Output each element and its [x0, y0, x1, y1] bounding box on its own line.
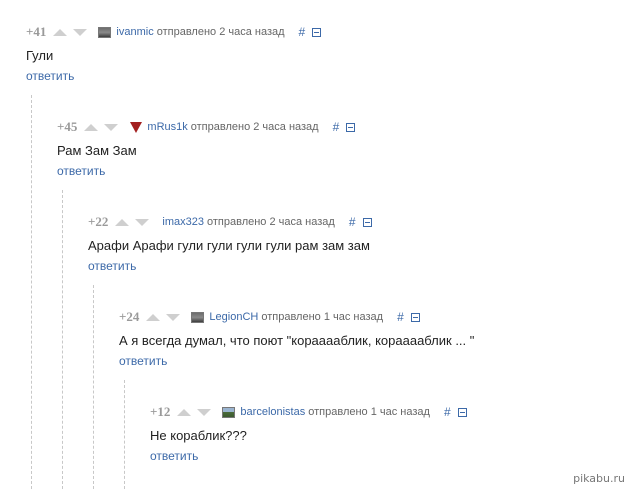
reply-link[interactable]: ответить [26, 69, 74, 83]
reply-link[interactable]: ответить [119, 354, 167, 368]
downvote-arrow-icon[interactable] [73, 28, 88, 36]
downvote-arrow-icon[interactable] [166, 313, 181, 321]
thread-line-1 [31, 95, 32, 489]
thread-line-3 [93, 285, 94, 489]
timestamp: отправлено 2 часа назад [190, 121, 319, 133]
timestamp: отправлено 2 часа назад [207, 216, 335, 228]
upvote-arrow-icon[interactable] [177, 408, 192, 416]
collapse-icon[interactable] [346, 122, 356, 132]
permalink-hash[interactable]: # [333, 120, 340, 134]
reply-link[interactable]: ответить [150, 449, 198, 463]
comment-header: +41 ivanmic отправлено 2 часа назад # [26, 22, 322, 42]
comment-text: Арафи Арафи гули гули гули гули рам зам … [88, 238, 370, 253]
site-watermark: pikabu.ru [573, 472, 625, 485]
upvote-arrow-icon[interactable] [146, 313, 161, 321]
avatar[interactable] [191, 311, 205, 323]
thread-line-2 [62, 190, 63, 489]
downvote-arrow-icon[interactable] [104, 123, 119, 131]
rating: +24 [119, 309, 140, 324]
timestamp: отправлено 1 час назад [261, 311, 384, 323]
rating: +22 [88, 214, 109, 229]
comment: +41 ivanmic отправлено 2 часа назад # Гу… [26, 22, 322, 85]
comment-header: +45 mRus1k отправлено 2 часа назад # [57, 117, 356, 137]
timestamp: отправлено 2 часа назад [156, 26, 285, 38]
comment-text: Не кораблик??? [150, 428, 247, 443]
author-link[interactable]: imax323 [162, 216, 204, 228]
comment: +22 imax323 отправлено 2 часа назад # Ар… [88, 212, 372, 275]
thread-line-4 [124, 380, 125, 489]
upvote-arrow-icon[interactable] [84, 123, 99, 131]
comment: +24 LegionCH отправлено 1 час назад # А … [119, 307, 474, 370]
permalink-hash[interactable]: # [299, 25, 306, 39]
author-link[interactable]: LegionCH [209, 311, 258, 323]
timestamp: отправлено 1 час назад [308, 406, 430, 418]
permalink-hash[interactable]: # [397, 310, 404, 324]
rating: +41 [26, 24, 47, 39]
comment-header: +22 imax323 отправлено 2 часа назад # [88, 212, 372, 232]
comment: +45 mRus1k отправлено 2 часа назад # Рам… [57, 117, 356, 180]
downvote-arrow-icon[interactable] [197, 408, 212, 416]
collapse-icon[interactable] [362, 217, 372, 227]
collapse-icon[interactable] [457, 407, 467, 417]
author-link[interactable]: barcelonistas [240, 406, 305, 418]
comment-text: Рам Зам Зам [57, 143, 137, 158]
avatar[interactable] [129, 121, 143, 133]
upvote-arrow-icon[interactable] [115, 218, 130, 226]
author-link[interactable]: mRus1k [147, 121, 187, 133]
collapse-icon[interactable] [410, 312, 420, 322]
reply-link[interactable]: ответить [88, 259, 136, 273]
upvote-arrow-icon[interactable] [53, 28, 68, 36]
collapse-icon[interactable] [312, 27, 322, 37]
permalink-hash[interactable]: # [444, 405, 451, 419]
downvote-arrow-icon[interactable] [135, 218, 150, 226]
author-link[interactable]: ivanmic [116, 26, 153, 38]
permalink-hash[interactable]: # [349, 215, 356, 229]
reply-link[interactable]: ответить [57, 164, 105, 178]
avatar[interactable] [222, 406, 236, 418]
rating: +12 [150, 404, 171, 419]
avatar[interactable] [98, 26, 112, 38]
comment: +12 barcelonistas отправлено 1 час назад… [150, 402, 467, 465]
comment-text: А я всегда думал, что поют "корааааблик,… [119, 333, 475, 348]
comment-header: +24 LegionCH отправлено 1 час назад # [119, 307, 474, 327]
comment-text: Гули [26, 48, 54, 63]
rating: +45 [57, 119, 78, 134]
comment-header: +12 barcelonistas отправлено 1 час назад… [150, 402, 467, 422]
